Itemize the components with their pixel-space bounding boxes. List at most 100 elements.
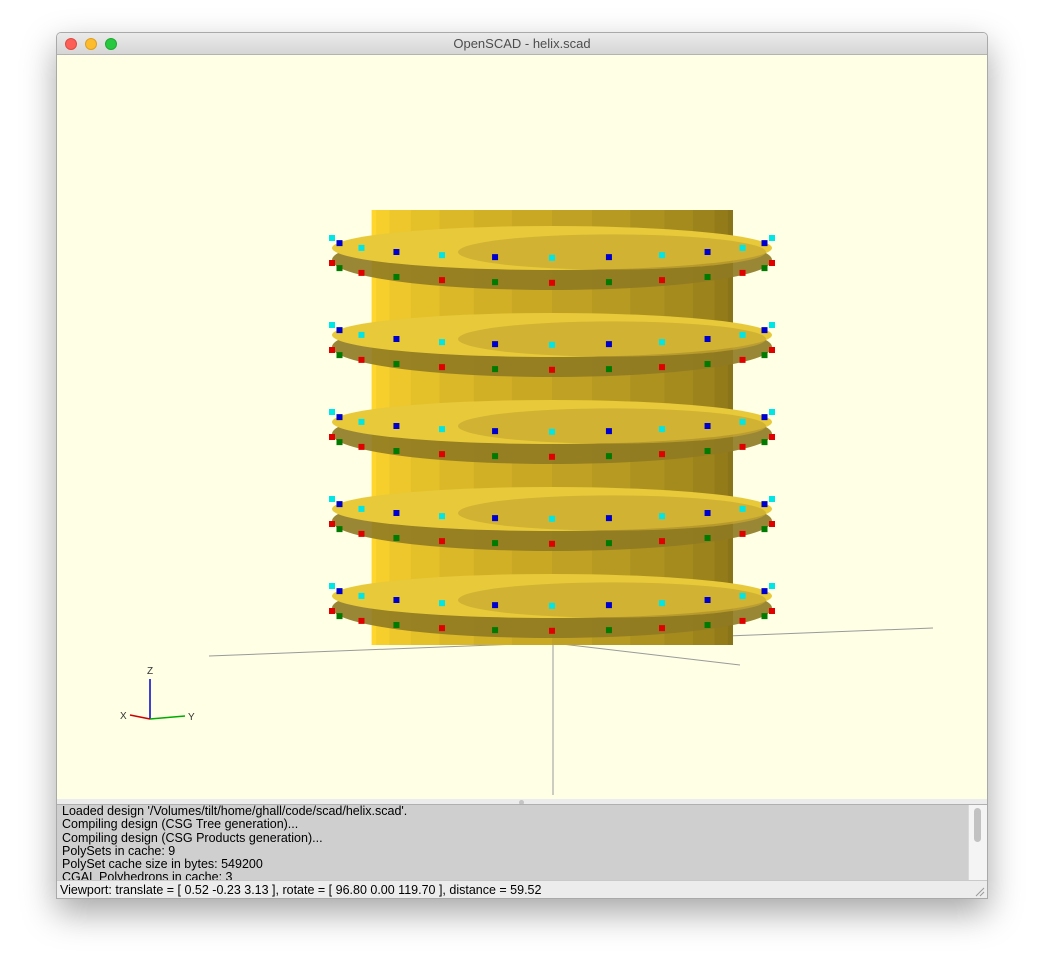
vertex-marker — [761, 613, 768, 620]
vertex-marker — [761, 439, 768, 446]
resize-grip-icon[interactable] — [973, 885, 985, 897]
vertex-marker — [358, 244, 365, 251]
vertex-marker — [761, 526, 768, 533]
vertex-marker — [605, 540, 612, 547]
vertex-marker — [336, 414, 343, 421]
vertex-marker — [605, 254, 612, 261]
vertex-marker — [769, 347, 775, 353]
vertex-marker — [761, 588, 768, 595]
vertex-marker — [761, 352, 768, 359]
vertex-marker — [605, 627, 612, 634]
vertex-marker — [605, 602, 612, 609]
vertex-marker — [549, 279, 555, 286]
vertex-marker — [704, 249, 711, 256]
title-bar[interactable]: OpenSCAD - helix.scad — [57, 33, 987, 55]
vertex-marker — [704, 510, 711, 517]
vertex-marker — [769, 260, 775, 266]
vertex-marker — [704, 535, 711, 542]
vertex-marker — [659, 339, 665, 346]
thread-shade — [458, 321, 766, 357]
vertex-marker — [549, 515, 555, 522]
console-line: PolySet cache size in bytes: 549200 — [62, 857, 263, 872]
vertex-marker — [329, 235, 335, 241]
thread-shade — [458, 495, 766, 531]
vertex-marker — [659, 513, 665, 520]
vertex-marker — [739, 418, 746, 425]
vertex-marker — [439, 339, 445, 346]
vertex-marker — [769, 521, 775, 527]
window-title: OpenSCAD - helix.scad — [453, 36, 591, 51]
vertex-marker — [605, 341, 612, 348]
vertex-marker — [704, 274, 711, 281]
console-line: PolySets in cache: 9 — [62, 843, 176, 858]
vertex-marker — [659, 625, 665, 632]
vertex-marker — [336, 526, 343, 533]
vertex-marker — [769, 583, 775, 589]
vertex-marker — [336, 240, 343, 247]
vertex-marker — [605, 279, 612, 286]
vertex-marker — [659, 600, 665, 607]
vertex-marker — [549, 540, 555, 547]
vertex-marker — [358, 592, 365, 599]
vertex-marker — [704, 622, 711, 629]
vertex-marker — [659, 364, 665, 371]
vertex-marker — [605, 366, 612, 373]
vertex-marker — [439, 600, 445, 607]
vertex-marker — [739, 356, 746, 363]
vertex-marker — [492, 366, 499, 373]
vertex-marker — [549, 428, 555, 435]
viewport-status-text: Viewport: translate = [ 0.52 -0.23 3.13 … — [60, 883, 542, 897]
vertex-marker — [739, 592, 746, 599]
vertex-marker — [393, 510, 400, 517]
x-axis-label: X — [120, 711, 127, 722]
vertex-marker — [329, 347, 335, 353]
vertex-marker — [549, 627, 555, 634]
vertex-marker — [393, 423, 400, 430]
vertex-marker — [439, 277, 445, 284]
vertex-marker — [704, 597, 711, 604]
vertex-marker — [336, 439, 343, 446]
vertex-marker — [329, 322, 335, 328]
vertex-marker — [605, 428, 612, 435]
vertex-marker — [549, 366, 555, 373]
3d-viewport[interactable]: Z Y X — [57, 55, 987, 799]
vertex-marker — [769, 434, 775, 440]
thread-shade — [458, 234, 766, 270]
vertex-marker — [329, 608, 335, 614]
vertex-marker — [739, 443, 746, 450]
vertex-marker — [549, 341, 555, 348]
vertex-marker — [492, 254, 499, 261]
vertex-marker — [739, 269, 746, 276]
vertex-marker — [492, 453, 499, 460]
vertex-marker — [393, 249, 400, 256]
axis-line — [552, 642, 741, 666]
vertex-marker — [492, 627, 499, 634]
vertex-marker — [761, 240, 768, 247]
vertex-marker — [769, 322, 775, 328]
vertex-marker — [358, 443, 365, 450]
vertex-marker — [439, 252, 445, 259]
vertex-marker — [704, 361, 711, 368]
vertex-marker — [358, 331, 365, 338]
vertex-marker — [329, 260, 335, 266]
vertex-marker — [659, 252, 665, 259]
vertex-marker — [439, 426, 445, 433]
vertex-marker — [492, 428, 499, 435]
console-output: Loaded design '/Volumes/tilt/home/ghall/… — [62, 805, 962, 881]
vertex-marker — [492, 602, 499, 609]
console-scroll-thumb[interactable] — [974, 808, 981, 842]
vertex-marker — [393, 274, 400, 281]
vertex-marker — [549, 254, 555, 261]
z-axis-label: Z — [147, 666, 153, 677]
vertex-marker — [439, 364, 445, 371]
vertex-marker — [659, 451, 665, 458]
console-panel[interactable]: Loaded design '/Volumes/tilt/home/ghall/… — [57, 804, 987, 881]
vertex-marker — [329, 434, 335, 440]
vertex-marker — [659, 277, 665, 284]
console-scrollbar[interactable] — [968, 805, 987, 881]
vertex-marker — [393, 622, 400, 629]
vertex-marker — [492, 515, 499, 522]
3d-render-canvas[interactable]: Z Y X — [57, 55, 987, 799]
vertex-marker — [439, 625, 445, 632]
status-bar: Viewport: translate = [ 0.52 -0.23 3.13 … — [57, 880, 987, 898]
